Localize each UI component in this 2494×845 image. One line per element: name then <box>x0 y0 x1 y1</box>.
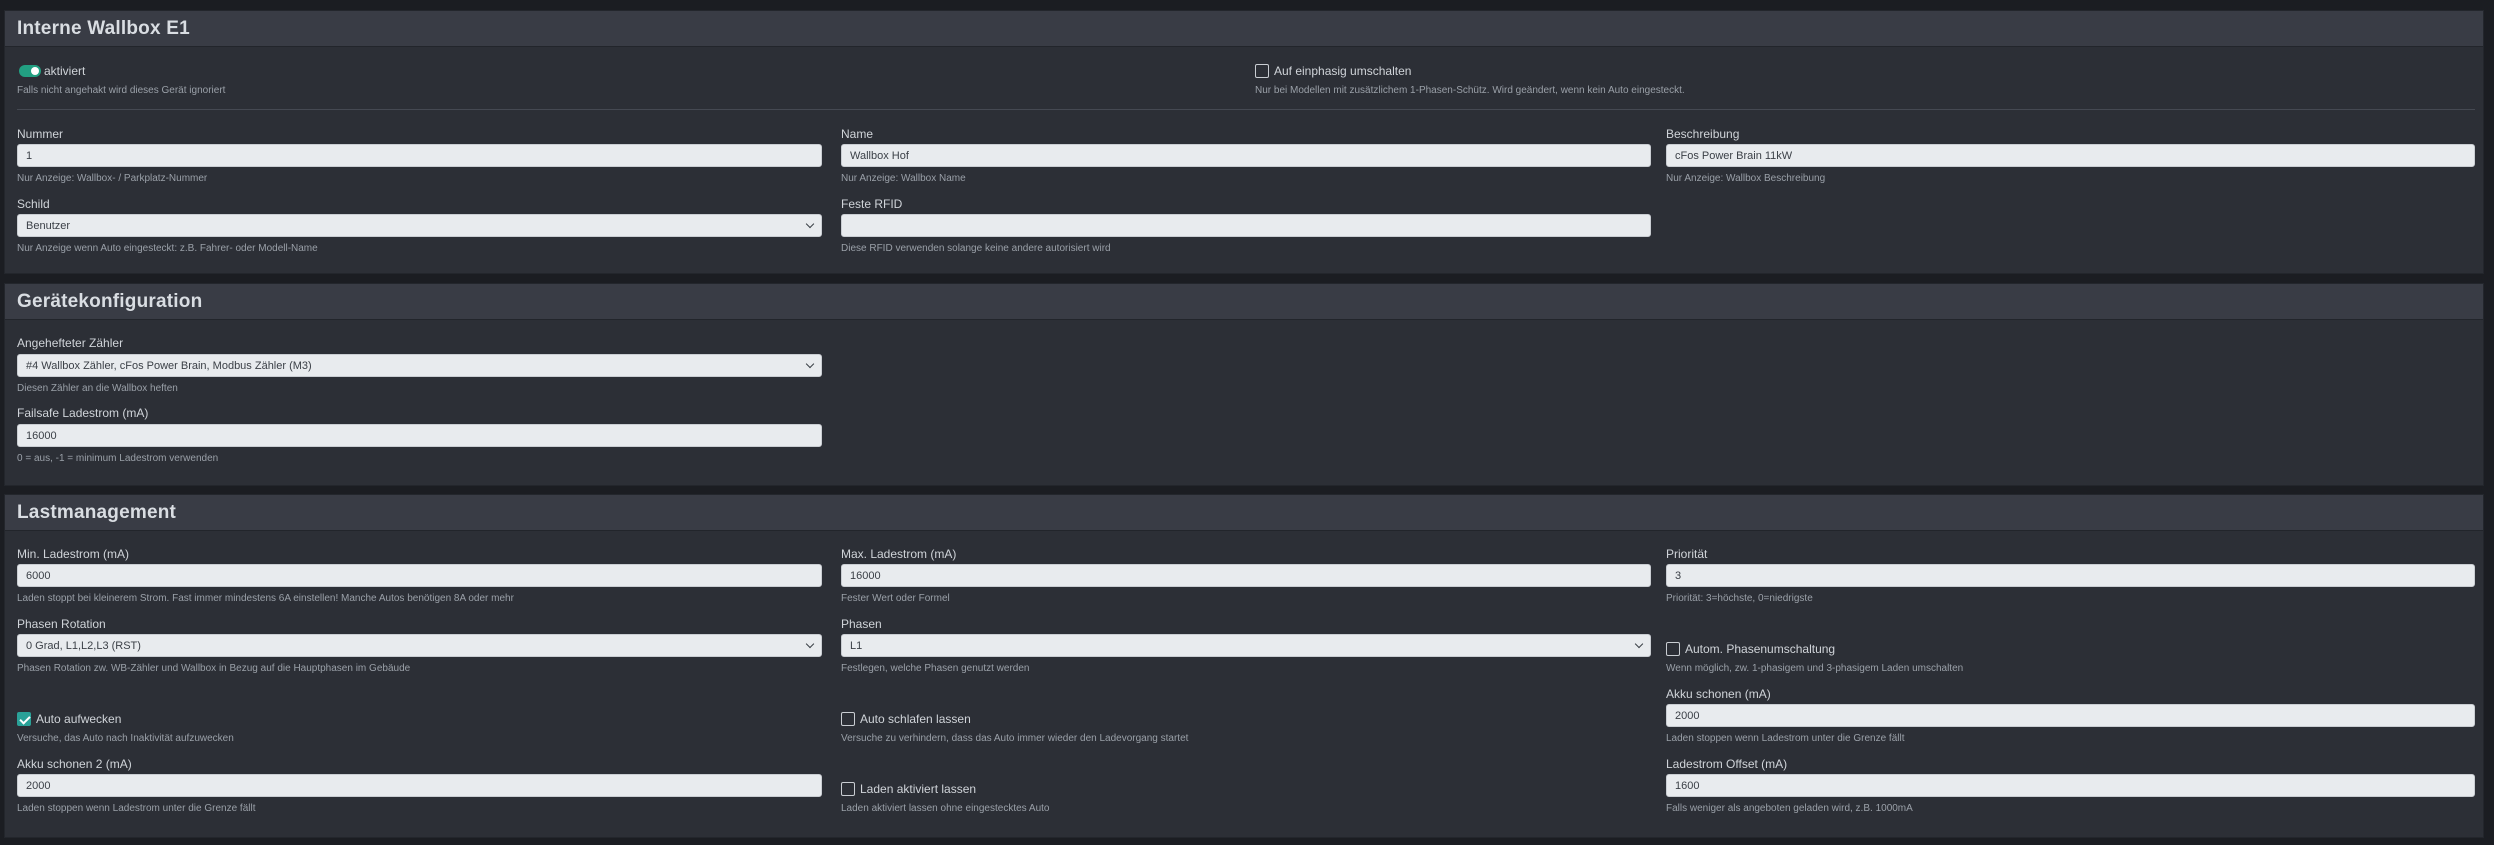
battery-save2-help: Laden stoppen wenn Ladestrom unter die G… <box>17 803 256 814</box>
rfid-label: Feste RFID <box>841 197 903 211</box>
max-current-help: Fester Wert oder Formel <box>841 593 950 604</box>
phases-value: L1 <box>850 640 863 652</box>
keep-active-checkbox[interactable] <box>841 782 855 796</box>
sign-label: Schild <box>17 197 50 211</box>
auto-phase-help: Wenn möglich, zw. 1-phasigem und 3-phasi… <box>1666 663 1964 674</box>
battery-save-label: Akku schonen (mA) <box>1666 687 1771 701</box>
wake-up-label: Auto aufwecken <box>36 712 122 726</box>
offset-input[interactable]: 1600 <box>1666 774 2475 797</box>
name-label: Name <box>841 127 874 141</box>
priority-help: Priorität: 3=höchste, 0=niedrigste <box>1666 593 1813 604</box>
keep-active-label: Laden aktiviert lassen <box>860 782 977 796</box>
failsafe-input[interactable]: 16000 <box>17 424 822 447</box>
let-sleep-help: Versuche zu verhindern, dass das Auto im… <box>841 733 1189 744</box>
active-label: aktiviert <box>44 64 86 78</box>
phase-rotation-select[interactable]: 0 Grad, L1,L2,L3 (RST) <box>17 634 822 657</box>
active-toggle[interactable] <box>19 65 41 77</box>
max-current-input[interactable]: 16000 <box>841 564 1651 587</box>
phases-help: Festlegen, welche Phasen genutzt werden <box>841 663 1030 674</box>
wallbox-panel-header: Interne Wallbox E1 <box>5 11 2483 47</box>
meter-label: Angehefteter Zähler <box>17 336 124 350</box>
load-panel: Lastmanagement Min. Ladestrom (mA) 6000 … <box>4 494 2484 838</box>
phases-label: Phasen <box>841 617 882 631</box>
device-panel-title: Gerätekonfiguration <box>17 291 203 312</box>
battery-save2-label: Akku schonen 2 (mA) <box>17 757 132 771</box>
rfid-input[interactable] <box>841 214 1651 237</box>
description-label: Beschreibung <box>1666 127 1740 141</box>
priority-label: Priorität <box>1666 547 1708 561</box>
name-input[interactable]: Wallbox Hof <box>841 144 1651 167</box>
singlephase-help: Nur bei Modellen mit zusätzlichem 1-Phas… <box>1255 85 1685 96</box>
number-help: Nur Anzeige: Wallbox- / Parkplatz-Nummer <box>17 173 208 184</box>
max-current-label: Max. Ladestrom (mA) <box>841 547 957 561</box>
rfid-help: Diese RFID verwenden solange keine ander… <box>841 243 1111 254</box>
let-sleep-checkbox[interactable] <box>841 712 855 726</box>
auto-phase-label: Autom. Phasenumschaltung <box>1685 642 1836 656</box>
battery-save2-input[interactable]: 2000 <box>17 774 822 797</box>
number-label: Nummer <box>17 127 64 141</box>
singlephase-checkbox[interactable] <box>1255 64 1269 78</box>
phase-rotation-value: 0 Grad, L1,L2,L3 (RST) <box>26 640 141 652</box>
description-help: Nur Anzeige: Wallbox Beschreibung <box>1666 173 1826 184</box>
sign-select[interactable]: Benutzer <box>17 214 822 237</box>
auto-phase-checkbox[interactable] <box>1666 642 1680 656</box>
sign-select-value: Benutzer <box>26 220 71 232</box>
settings-page: Interne Wallbox E1 aktiviert Falls nicht… <box>0 0 2494 845</box>
device-panel-header: Gerätekonfiguration <box>5 284 2483 320</box>
failsafe-label: Failsafe Ladestrom (mA) <box>17 406 149 420</box>
load-panel-title: Lastmanagement <box>17 502 177 523</box>
battery-save-input[interactable]: 2000 <box>1666 704 2475 727</box>
wallbox-panel: Interne Wallbox E1 aktiviert Falls nicht… <box>4 10 2484 274</box>
sign-help: Nur Anzeige wenn Auto eingesteckt: z.B. … <box>17 243 318 254</box>
meter-help: Diesen Zähler an die Wallbox heften <box>17 383 178 394</box>
battery-save-help: Laden stoppen wenn Ladestrom unter die G… <box>1666 733 1905 744</box>
min-current-help: Laden stoppt bei kleinerem Strom. Fast i… <box>17 593 514 604</box>
name-help: Nur Anzeige: Wallbox Name <box>841 173 966 184</box>
let-sleep-label: Auto schlafen lassen <box>860 712 971 726</box>
load-panel-header: Lastmanagement <box>5 495 2483 531</box>
description-input[interactable]: cFos Power Brain 11kW <box>1666 144 2475 167</box>
offset-label: Ladestrom Offset (mA) <box>1666 757 1788 771</box>
singlephase-label: Auf einphasig umschalten <box>1274 64 1412 78</box>
meter-select-value: #4 Wallbox Zähler, cFos Power Brain, Mod… <box>26 360 312 372</box>
min-current-label: Min. Ladestrom (mA) <box>17 547 130 561</box>
wake-up-help: Versuche, das Auto nach Inaktivität aufz… <box>17 733 234 744</box>
number-input[interactable]: 1 <box>17 144 822 167</box>
active-help: Falls nicht angehakt wird dieses Gerät i… <box>17 85 226 96</box>
phase-rotation-help: Phasen Rotation zw. WB-Zähler und Wallbo… <box>17 663 411 674</box>
failsafe-help: 0 = aus, -1 = minimum Ladestrom verwende… <box>17 453 219 464</box>
priority-input[interactable]: 3 <box>1666 564 2475 587</box>
keep-active-help: Laden aktiviert lassen ohne eingesteckte… <box>841 803 1050 814</box>
phases-select[interactable]: L1 <box>841 634 1651 657</box>
wallbox-panel-title: Interne Wallbox E1 <box>17 18 190 39</box>
phase-rotation-label: Phasen Rotation <box>17 617 106 631</box>
device-panel: Gerätekonfiguration Angehefteter Zähler … <box>4 283 2484 486</box>
min-current-input[interactable]: 6000 <box>17 564 822 587</box>
wake-up-checkbox[interactable] <box>17 712 31 726</box>
wallbox-divider <box>17 109 2475 110</box>
offset-help: Falls weniger als angeboten geladen wird… <box>1666 803 1913 814</box>
meter-select[interactable]: #4 Wallbox Zähler, cFos Power Brain, Mod… <box>17 354 822 377</box>
